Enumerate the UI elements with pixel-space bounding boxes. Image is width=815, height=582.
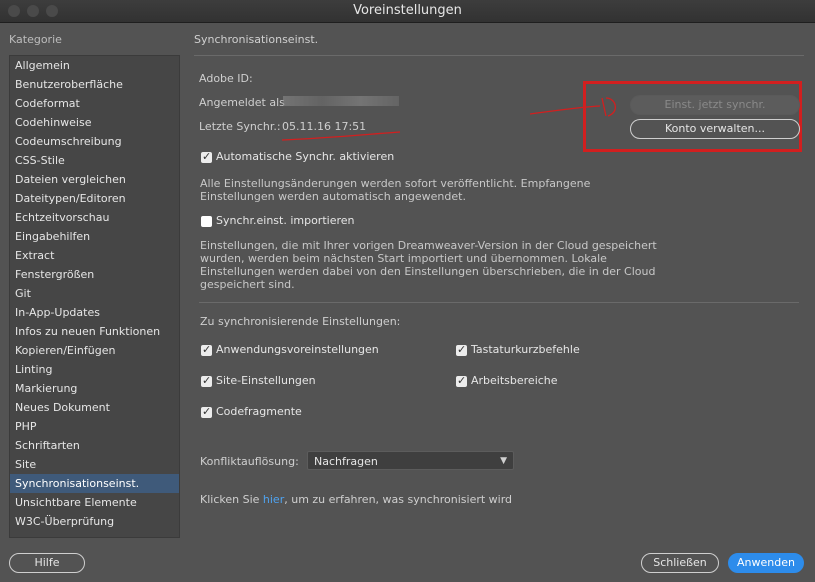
app-prefs-label: Anwendungsvoreinstellungen [216, 343, 379, 356]
category-item[interactable]: W3C-Überprüfung [10, 512, 179, 531]
category-item[interactable]: PHP [10, 417, 179, 436]
category-item[interactable]: Markierung [10, 379, 179, 398]
page-title: Synchronisationseinst. [194, 33, 319, 46]
annotation-scribble [281, 97, 616, 141]
manage-account-button[interactable]: Konto verwalten... [630, 119, 800, 139]
category-item[interactable]: Infos zu neuen Funktionen [10, 322, 179, 341]
sync-now-button[interactable]: Einst. jetzt synchr. [630, 95, 800, 115]
site-settings-checkbox[interactable] [201, 374, 212, 387]
auto-sync-label: Automatische Synchr. aktivieren [216, 150, 395, 163]
window-title: Voreinstellungen [353, 3, 462, 18]
category-item[interactable]: Unsichtbare Elemente [10, 493, 179, 512]
workspaces-checkbox[interactable] [456, 374, 467, 387]
category-item[interactable]: Synchronisationseinst. [10, 474, 179, 493]
info-prefix: Klicken Sie [200, 493, 260, 506]
annotation-highlight-box [583, 81, 802, 152]
title-bar: Voreinstellungen [0, 0, 815, 23]
auto-sync-checkbox[interactable] [201, 150, 212, 163]
workspaces-label: Arbeitsbereiche [471, 374, 558, 387]
category-item[interactable]: In-App-Updates [10, 303, 179, 322]
title-divider [194, 55, 804, 56]
category-item[interactable]: Codehinweise [10, 113, 179, 132]
app-prefs-checkbox[interactable] [201, 343, 212, 356]
conflict-label: Konfliktauflösung: [200, 455, 299, 468]
auto-sync-description: Alle Einstellungsänderungen werden sofor… [200, 177, 591, 203]
import-settings-label: Synchr.einst. importieren [216, 214, 355, 227]
info-link[interactable]: hier [263, 493, 284, 506]
category-item[interactable]: Dateitypen/Editoren [10, 189, 179, 208]
snippets-checkbox[interactable] [201, 405, 212, 418]
apply-button[interactable]: Anwenden [728, 553, 804, 573]
site-settings-label: Site-Einstellungen [216, 374, 316, 387]
category-item[interactable]: Site [10, 455, 179, 474]
category-item[interactable]: Neues Dokument [10, 398, 179, 417]
section-divider [199, 302, 799, 303]
category-item[interactable]: Codeformat [10, 94, 179, 113]
info-suffix: , um zu erfahren, was synchronisiert wir… [284, 493, 513, 506]
category-item[interactable]: Extract [10, 246, 179, 265]
category-item[interactable]: Dateien vergleichen [10, 170, 179, 189]
import-settings-checkbox[interactable] [201, 216, 212, 227]
last-sync-label: Letzte Synchr.: [199, 120, 281, 133]
category-item[interactable]: CSS-Stile [10, 151, 179, 170]
category-item[interactable]: Eingabehilfen [10, 227, 179, 246]
category-item[interactable]: Allgemein [10, 56, 179, 75]
category-item[interactable]: Fenstergrößen [10, 265, 179, 284]
category-item[interactable]: Schriftarten [10, 436, 179, 455]
sync-info-text: Klicken Sie hier, um zu erfahren, was sy… [200, 493, 512, 506]
help-button[interactable]: Hilfe [9, 553, 85, 573]
category-item[interactable]: Git [10, 284, 179, 303]
conflict-select[interactable]: Nachfragen ▼ [307, 451, 514, 470]
chevron-down-icon: ▼ [500, 456, 507, 466]
category-list: Allgemein Benutzeroberfläche Codeformat Cod… [9, 55, 180, 538]
import-settings-description: Einstellungen, die mit Ihrer vorigen Dre… [200, 239, 657, 291]
close-window-icon[interactable] [8, 5, 20, 17]
adobe-id-label: Adobe ID: [199, 72, 253, 85]
close-button[interactable]: Schließen [641, 553, 719, 573]
minimize-window-icon[interactable] [27, 5, 39, 17]
settings-heading: Zu synchronisierende Einstellungen: [200, 315, 401, 328]
snippets-label: Codefragmente [216, 405, 302, 418]
category-item[interactable]: Codeumschreibung [10, 132, 179, 151]
zoom-window-icon[interactable] [46, 5, 58, 17]
category-item[interactable]: Kopieren/Einfügen [10, 341, 179, 360]
shortcuts-checkbox[interactable] [456, 343, 467, 356]
conflict-select-value: Nachfragen [314, 455, 378, 468]
category-item[interactable]: Benutzeroberfläche [10, 75, 179, 94]
category-label: Kategorie [9, 33, 62, 46]
category-item[interactable]: Echtzeitvorschau [10, 208, 179, 227]
category-item[interactable]: Linting [10, 360, 179, 379]
shortcuts-label: Tastaturkurzbefehle [471, 343, 580, 356]
